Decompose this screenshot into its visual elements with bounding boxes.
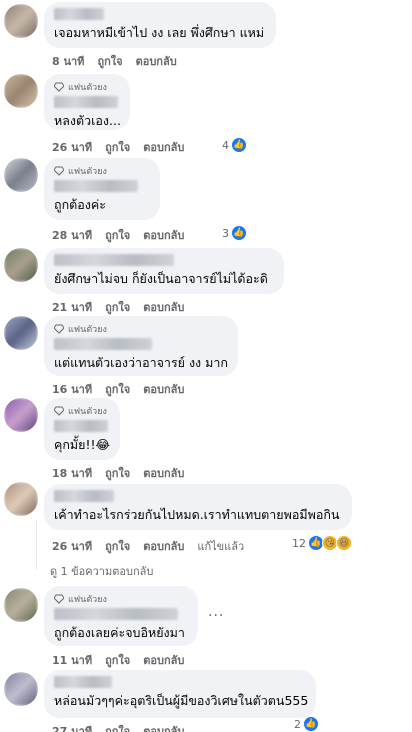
fan-badge: แฟนตัวยง	[54, 404, 110, 418]
like-button[interactable]: ถูกใจ	[105, 380, 130, 398]
author-name[interactable]	[54, 676, 112, 688]
like-button[interactable]: ถูกใจ	[105, 537, 130, 555]
fan-badge: แฟนตัวยง	[54, 164, 150, 178]
comment-text: หลงตัวเอง...	[54, 113, 121, 128]
like-button[interactable]: ถูกใจ	[105, 651, 130, 669]
like-reaction-icon: 👍	[231, 137, 247, 153]
like-reaction-icon: 👍	[231, 225, 247, 241]
fan-badge-label: แฟนตัวยง	[68, 167, 107, 177]
author-name[interactable]	[54, 420, 108, 432]
comment-time[interactable]: 16 นาที	[52, 380, 92, 398]
author-name[interactable]	[54, 96, 118, 108]
like-button[interactable]: ถูกใจ	[105, 298, 130, 316]
author-name[interactable]	[54, 254, 174, 266]
comment-bubble: เจอมหาหมีเข้าไป งง เลย พึ่งศึกษา แหม่	[44, 2, 276, 48]
diamond-icon	[54, 324, 64, 334]
reply-button[interactable]: ตอบกลับ	[143, 537, 184, 555]
comment-time[interactable]: 21 นาที	[52, 298, 92, 316]
reply-button[interactable]: ตอบกลับ	[143, 298, 184, 316]
reply-button[interactable]: ตอบกลับ	[143, 722, 184, 732]
reaction-count[interactable]: 3 👍	[222, 225, 247, 241]
comment-time[interactable]: 8 นาที	[52, 52, 84, 70]
author-name[interactable]	[54, 608, 178, 620]
comment-bubble: หล่อนมัวๆๆค่ะอุตริเป็นผู้มีของวิเศษในตัว…	[44, 670, 316, 718]
like-reaction-icon: 👍	[303, 716, 319, 732]
comment-bubble: แฟนตัวยง ถูกต้องค่ะ	[44, 158, 160, 220]
reply-button[interactable]: ตอบกลับ	[143, 380, 184, 398]
avatar[interactable]	[4, 398, 38, 432]
author-name[interactable]	[54, 8, 104, 20]
haha-reaction-icon: 😆	[336, 535, 352, 551]
comment-time[interactable]: 11 นาที	[52, 651, 92, 669]
reaction-number: 2	[294, 717, 301, 731]
comment-bubble: แฟนตัวยง ถูกต้องเลยค่ะจบอิหยังมา	[44, 586, 198, 646]
avatar[interactable]	[4, 4, 38, 38]
more-options-icon[interactable]: ...	[208, 604, 224, 620]
comment-time[interactable]: 26 นาที	[52, 138, 92, 156]
reply-button[interactable]: ตอบกลับ	[143, 138, 184, 156]
reaction-number: 3	[222, 226, 229, 240]
comment-text: เค้าทำอะไรกร่วยกันไปหมด.เราทำแทบตายพอมีพ…	[54, 507, 340, 522]
reply-button[interactable]: ตอบกลับ	[143, 464, 184, 482]
like-button[interactable]: ถูกใจ	[105, 138, 130, 156]
comment-time[interactable]: 26 นาที	[52, 537, 92, 555]
reaction-number: 4	[222, 138, 229, 152]
avatar[interactable]	[4, 316, 38, 350]
avatar[interactable]	[4, 158, 38, 192]
reaction-count[interactable]: 4 👍	[222, 137, 247, 153]
reaction-count[interactable]: 2 👍	[294, 716, 319, 732]
thread-line	[36, 520, 37, 570]
comment-text: คุกมั้ย!!😂	[54, 437, 111, 452]
comment-text: แต่แทนตัวเองว่าอาจารย์ งง มาก	[54, 355, 228, 370]
comment-bubble: แฟนตัวยง หลงตัวเอง...	[44, 74, 130, 130]
comment-time[interactable]: 27 นาที	[52, 722, 92, 732]
avatar[interactable]	[4, 482, 38, 516]
comment-bubble: ยังศึกษาไม่จบ ก็ยังเป็นอาจารย์ไม่ได้อะดิ	[44, 248, 284, 294]
fan-badge-label: แฟนตัวยง	[68, 325, 107, 335]
diamond-icon	[54, 166, 64, 176]
avatar[interactable]	[4, 588, 38, 622]
author-name[interactable]	[54, 180, 138, 192]
reaction-count[interactable]: 12 👍 😘 😆	[292, 535, 352, 551]
comment-text: ยังศึกษาไม่จบ ก็ยังเป็นอาจารย์ไม่ได้อะดิ	[54, 271, 268, 286]
fan-badge-label: แฟนตัวยง	[68, 407, 107, 417]
reply-button[interactable]: ตอบกลับ	[143, 226, 184, 244]
like-button[interactable]: ถูกใจ	[105, 464, 130, 482]
fan-badge-label: แฟนตัวยง	[68, 83, 107, 93]
like-button[interactable]: ถูกใจ	[97, 52, 122, 70]
like-button[interactable]: ถูกใจ	[105, 722, 130, 732]
fan-badge: แฟนตัวยง	[54, 80, 120, 94]
fan-badge-label: แฟนตัวยง	[68, 595, 107, 605]
diamond-icon	[54, 594, 64, 604]
avatar[interactable]	[4, 74, 38, 108]
like-button[interactable]: ถูกใจ	[105, 226, 130, 244]
author-name[interactable]	[54, 490, 114, 502]
fan-badge: แฟนตัวยง	[54, 322, 228, 336]
avatar[interactable]	[4, 248, 38, 282]
edited-label: แก้ไขแล้ว	[197, 540, 245, 553]
fan-badge: แฟนตัวยง	[54, 592, 188, 606]
comment-bubble: แฟนตัวยง แต่แทนตัวเองว่าอาจารย์ งง มาก	[44, 316, 238, 376]
comment-text: เจอมหาหมีเข้าไป งง เลย พึ่งศึกษา แหม่	[54, 25, 265, 40]
comment-text: ถูกต้องค่ะ	[54, 197, 106, 212]
comment-bubble: แฟนตัวยง คุกมั้ย!!😂	[44, 398, 120, 460]
comment-text: ถูกต้องเลยค่ะจบอิหยังมา	[54, 625, 185, 640]
reply-button[interactable]: ตอบกลับ	[136, 52, 177, 70]
comment-time[interactable]: 18 นาที	[52, 464, 92, 482]
comment-time[interactable]: 28 นาที	[52, 226, 92, 244]
comment-bubble: เค้าทำอะไรกร่วยกันไปหมด.เราทำแทบตายพอมีพ…	[44, 484, 352, 530]
view-replies-link[interactable]: ดู 1 ข้อความตอบกลับ	[50, 562, 153, 580]
reaction-number: 12	[292, 536, 306, 550]
comment-text: หล่อนมัวๆๆค่ะอุตริเป็นผู้มีของวิเศษในตัว…	[54, 693, 309, 708]
diamond-icon	[54, 406, 64, 416]
diamond-icon	[54, 82, 64, 92]
author-name[interactable]	[54, 338, 152, 350]
avatar[interactable]	[4, 672, 38, 706]
reply-button[interactable]: ตอบกลับ	[143, 651, 184, 669]
